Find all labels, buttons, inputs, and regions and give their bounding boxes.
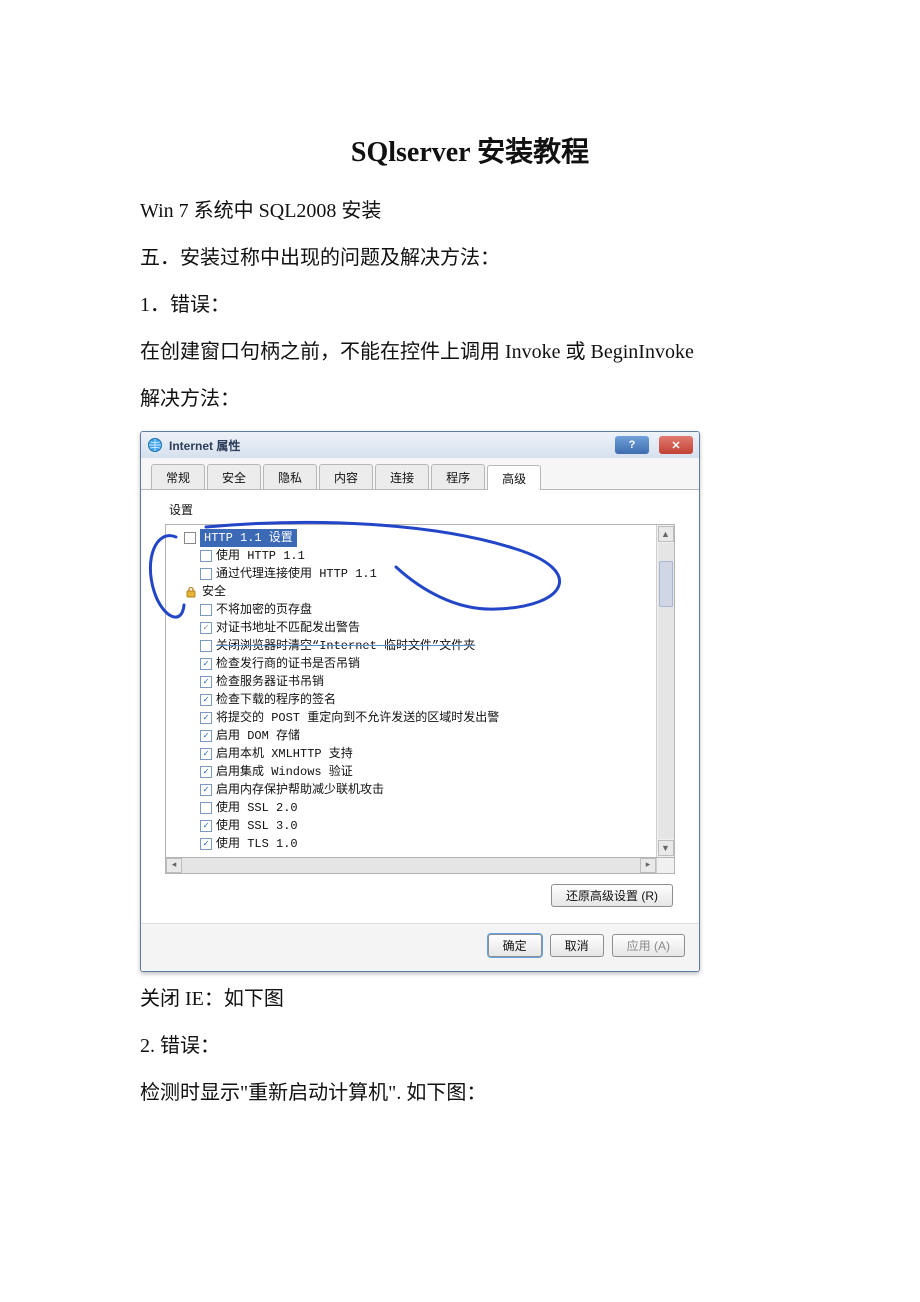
tab-general[interactable]: 常规 [151,464,205,489]
horizontal-scrollbar[interactable]: ◂ ▸ [165,858,675,874]
item-clear-temp[interactable]: 关闭浏览器时清空“Internet 临时文件”文件夹 [184,637,656,655]
settings-tree-wrap: HTTP 1.1 设置 使用 HTTP 1.1 通过代理连接使用 HTTP 1.… [165,524,675,858]
settings-heading: 设置 [169,501,685,518]
checkbox-icon[interactable] [200,640,212,652]
internet-properties-dialog: Internet 属性 ? ✕ 常规 安全 隐私 内容 连接 程序 高级 设置 [140,431,700,972]
checkbox-icon[interactable] [200,568,212,580]
item-label: 使用 HTTP 1.1 [216,547,305,565]
item-srv-revoke[interactable]: 检查服务器证书吊销 [184,673,656,691]
group-http: HTTP 1.1 设置 [184,529,656,547]
checkbox-icon[interactable] [200,712,212,724]
doc-paragraph: 在创建窗口句柄之前，不能在控件上调用 Invoke 或 BeginInvoke [140,337,800,368]
checkbox-icon[interactable] [200,694,212,706]
checkbox-icon[interactable] [200,748,212,760]
item-no-cache-enc[interactable]: 不将加密的页存盘 [184,601,656,619]
checkbox-icon[interactable] [200,622,212,634]
item-label: 使用 SSL 2.0 [216,799,298,817]
checkbox-icon[interactable] [200,730,212,742]
doc-paragraph: 1．错误： [140,290,800,321]
item-label: 启用本机 XMLHTTP 支持 [216,745,353,763]
item-ssl30[interactable]: 使用 SSL 3.0 [184,817,656,835]
item-label: 通过代理连接使用 HTTP 1.1 [216,565,377,583]
dialog-title: Internet 属性 [169,437,240,454]
item-cert-mismatch[interactable]: 对证书地址不匹配发出警告 [184,619,656,637]
item-label: 对证书地址不匹配发出警告 [216,619,360,637]
doc-paragraph: 五．安装过称中出现的问题及解决方法： [140,243,800,274]
group-security: 安全 [184,583,656,601]
item-http-use11[interactable]: 使用 HTTP 1.1 [184,547,656,565]
close-button[interactable]: ✕ [659,436,693,454]
checkbox-icon[interactable] [200,676,212,688]
item-post-redirect[interactable]: 将提交的 POST 重定向到不允许发送的区域时发出警 [184,709,656,727]
checkbox-icon[interactable] [200,784,212,796]
restore-row: 还原高级设置 (R) [155,874,685,917]
scroll-thumb[interactable] [659,561,673,607]
item-label: 使用 TLS 1.0 [216,835,298,853]
advanced-panel: 设置 HTTP 1.1 设置 [141,490,699,923]
doc-body: Win 7 系统中 SQL2008 安装 五．安装过称中出现的问题及解决方法： … [140,196,800,1109]
cancel-button[interactable]: 取消 [550,934,604,957]
group-http-label: HTTP 1.1 设置 [200,529,297,547]
checkbox-icon[interactable] [200,820,212,832]
item-pub-revoke[interactable]: 检查发行商的证书是否吊销 [184,655,656,673]
checkbox-icon[interactable] [200,802,212,814]
internet-options-icon [147,437,163,453]
scroll-right-icon[interactable]: ▸ [640,858,656,873]
help-button[interactable]: ? [615,436,649,454]
tab-content[interactable]: 内容 [319,464,373,489]
restore-advanced-button[interactable]: 还原高级设置 (R) [551,884,673,907]
ok-button[interactable]: 确定 [488,934,542,957]
tab-advanced[interactable]: 高级 [487,465,541,490]
item-label: 不将加密的页存盘 [216,601,312,619]
item-label: 关闭浏览器时清空“Internet 临时文件”文件夹 [216,637,475,655]
tab-programs[interactable]: 程序 [431,464,485,489]
doc-paragraph: 检测时显示"重新启动计算机". 如下图： [140,1078,800,1109]
item-mem-protect[interactable]: 启用内存保护帮助减少联机攻击 [184,781,656,799]
checkbox-icon[interactable] [200,838,212,850]
document-page: SQlserver 安装教程 Win 7 系统中 SQL2008 安装 五．安装… [0,0,920,1109]
vertical-scrollbar[interactable]: ▲ ▼ [656,525,674,857]
tab-privacy[interactable]: 隐私 [263,464,317,489]
item-iwa[interactable]: 启用集成 Windows 验证 [184,763,656,781]
doc-paragraph: 2. 错误： [140,1031,800,1062]
item-xmlhttp[interactable]: 启用本机 XMLHTTP 支持 [184,745,656,763]
scroll-up-icon[interactable]: ▲ [658,526,674,542]
scroll-left-icon[interactable]: ◂ [166,858,182,873]
apply-button[interactable]: 应用 (A) [612,934,685,957]
tab-security[interactable]: 安全 [207,464,261,489]
scroll-track[interactable] [658,543,674,839]
item-label: 使用 SSL 3.0 [216,817,298,835]
item-label: 启用 DOM 存储 [216,727,300,745]
item-label: 检查发行商的证书是否吊销 [216,655,360,673]
scroll-down-icon[interactable]: ▼ [658,840,674,856]
dialog-titlebar[interactable]: Internet 属性 ? ✕ [141,432,699,458]
doc-paragraph: 关闭 IE：如下图 [140,984,800,1015]
item-tls10[interactable]: 使用 TLS 1.0 [184,835,656,853]
checkbox-icon[interactable] [200,604,212,616]
item-dl-sign[interactable]: 检查下载的程序的签名 [184,691,656,709]
checkbox-icon[interactable] [200,550,212,562]
page-icon [184,532,196,544]
item-label: 启用集成 Windows 验证 [216,763,353,781]
item-label: 检查下载的程序的签名 [216,691,336,709]
item-label: 启用内存保护帮助减少联机攻击 [216,781,384,799]
settings-tree[interactable]: HTTP 1.1 设置 使用 HTTP 1.1 通过代理连接使用 HTTP 1.… [166,525,656,857]
lock-icon [184,586,198,598]
doc-paragraph: Win 7 系统中 SQL2008 安装 [140,196,800,227]
scroll-track[interactable] [182,858,640,873]
item-http-proxy11[interactable]: 通过代理连接使用 HTTP 1.1 [184,565,656,583]
group-security-label: 安全 [202,583,226,601]
item-label: 检查服务器证书吊销 [216,673,324,691]
doc-title: SQlserver 安装教程 [140,130,800,170]
item-label: 将提交的 POST 重定向到不允许发送的区域时发出警 [216,709,499,727]
tab-connections[interactable]: 连接 [375,464,429,489]
item-ssl20[interactable]: 使用 SSL 2.0 [184,799,656,817]
checkbox-icon[interactable] [200,766,212,778]
tab-strip: 常规 安全 隐私 内容 连接 程序 高级 [141,458,699,490]
doc-paragraph: 解决方法： [140,384,800,415]
checkbox-icon[interactable] [200,658,212,670]
dialog-action-bar: 确定 取消 应用 (A) [141,923,699,971]
item-dom-storage[interactable]: 启用 DOM 存储 [184,727,656,745]
